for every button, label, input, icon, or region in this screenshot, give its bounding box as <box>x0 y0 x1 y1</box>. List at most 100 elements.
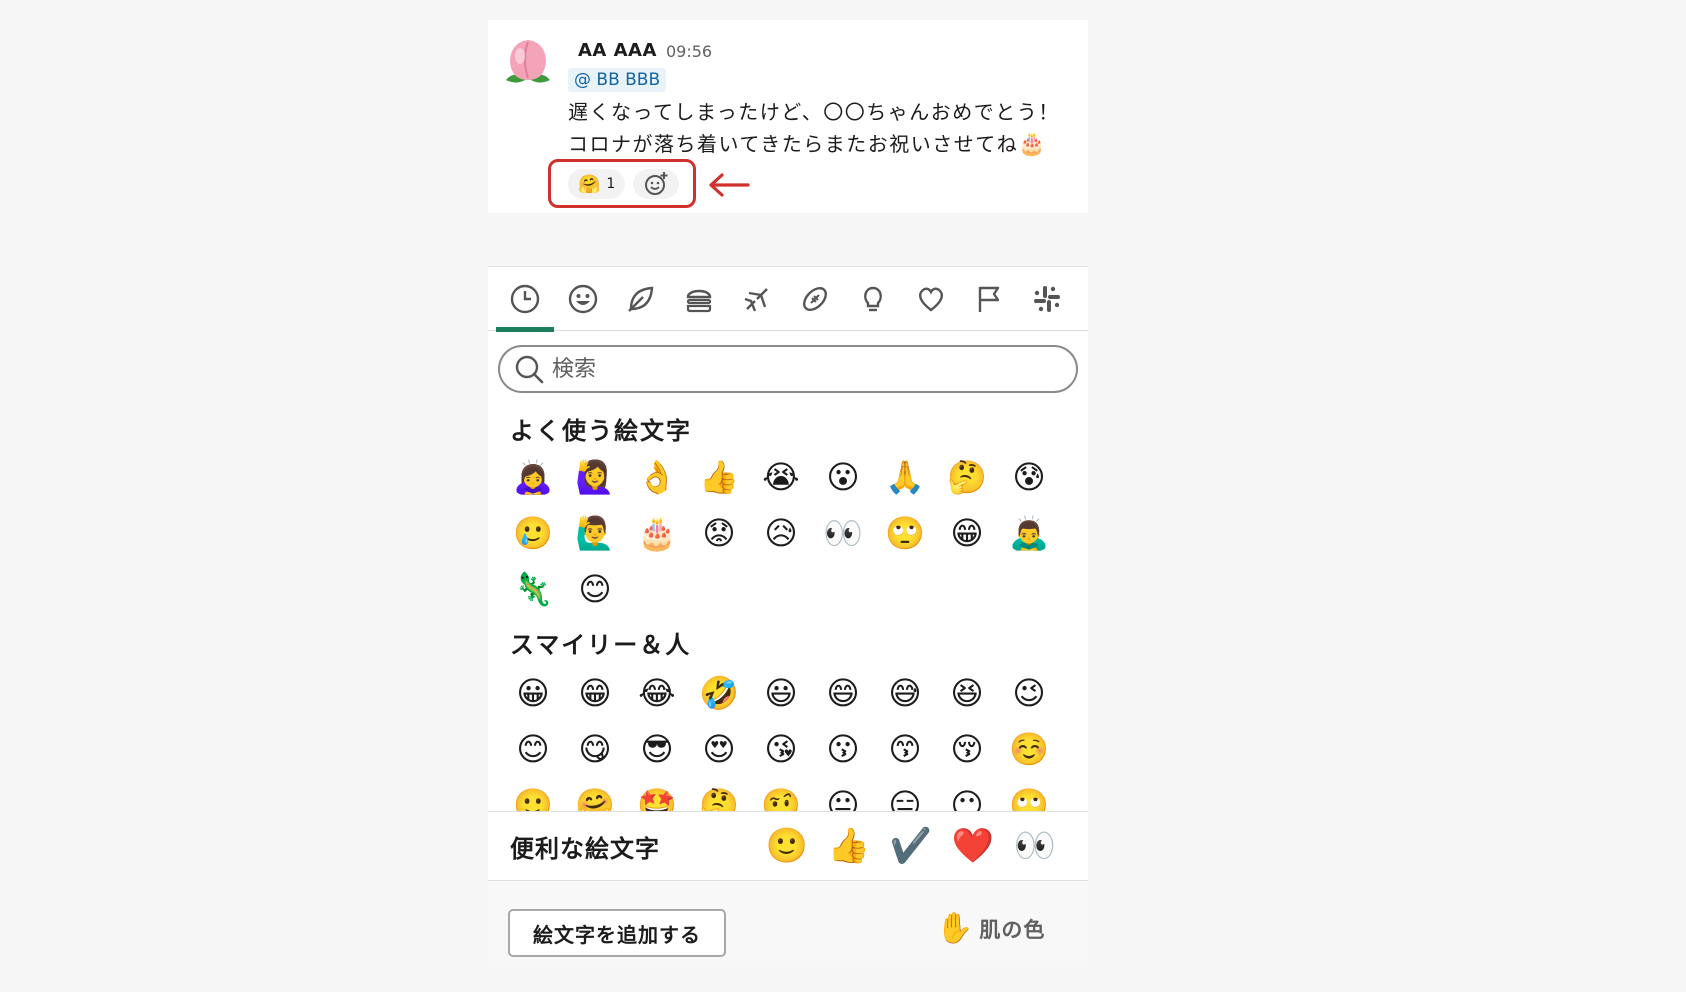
emoji-cell[interactable]: 😶 <box>936 777 998 811</box>
clock-icon <box>510 284 540 314</box>
emoji-cell[interactable]: 😊 <box>564 561 626 617</box>
emoji-cell[interactable]: 👀 <box>1004 826 1066 866</box>
emoji-cell[interactable]: 🤗 <box>564 777 626 811</box>
tab-objects[interactable] <box>844 267 902 331</box>
handy-emoji-list: 🙂 👍 ✔️ ❤️ 👀 <box>756 826 1066 866</box>
emoji-cell[interactable]: 🦎 <box>502 561 564 617</box>
emoji-cell[interactable]: 😍 <box>688 721 750 777</box>
emoji-cell[interactable]: 🙇‍♂️ <box>998 505 1060 561</box>
emoji-cell[interactable]: 👍 <box>688 449 750 505</box>
sender-name[interactable]: AA AAA <box>578 40 657 61</box>
football-icon <box>803 287 827 311</box>
emoji-cell[interactable]: 😁 <box>936 505 998 561</box>
emoji-cell[interactable]: 😄 <box>812 665 874 721</box>
skin-tone-button[interactable]: ✋ 肌の色 <box>936 911 1045 946</box>
emoji-cell[interactable]: 😊 <box>502 721 564 777</box>
smileys-title: スマイリー＆人 <box>510 631 692 659</box>
emoji-picker: よく使う絵文字 🙇‍♀️🙋‍♀️👌👍😭😮🙏🤔😰🥲🙋‍♂️🎂😟😥👀🙄😁🙇‍♂️🦎😊… <box>488 266 1088 967</box>
emoji-cell[interactable]: 😀 <box>502 665 564 721</box>
flag-icon <box>978 286 1000 312</box>
message-text-line-2: コロナが落ち着いてきたらまたお祝いさせてね🎂 <box>568 128 1047 157</box>
heart-icon <box>918 287 944 312</box>
emoji-cell[interactable]: 😆 <box>936 665 998 721</box>
emoji-cell[interactable]: 😎 <box>626 721 688 777</box>
leaf-icon <box>628 286 654 312</box>
burger-icon <box>686 289 712 313</box>
peach-avatar[interactable] <box>500 34 556 90</box>
tab-flags[interactable] <box>960 267 1018 331</box>
emoji-cell[interactable]: 👍 <box>818 826 880 866</box>
emoji-cell[interactable]: 🤔 <box>688 777 750 811</box>
cake-emoji: 🎂 <box>1018 132 1048 157</box>
emoji-cell[interactable]: 🙂 <box>756 826 818 866</box>
emoji-cell[interactable]: 🎂 <box>626 505 688 561</box>
message-text-line-2-text: コロナが落ち着いてきたらまたお祝いさせてね <box>568 132 1019 156</box>
tab-nature[interactable] <box>612 267 670 331</box>
emoji-cell[interactable]: 🤨 <box>750 777 812 811</box>
highlight-box <box>548 159 696 208</box>
tab-slack[interactable] <box>1018 267 1076 331</box>
raised-hand-icon: ✋ <box>936 911 974 946</box>
lightbulb-icon <box>864 286 882 312</box>
smiley-icon <box>568 284 598 314</box>
emoji-cell[interactable]: 😅 <box>874 665 936 721</box>
picker-footer: 絵文字を追加する ✋ 肌の色 <box>488 881 1088 967</box>
search-input[interactable] <box>552 356 1052 382</box>
arrow-left-icon <box>709 173 750 197</box>
handy-label: 便利な絵文字 <box>510 834 660 863</box>
emoji-cell[interactable]: 😭 <box>750 449 812 505</box>
emoji-cell[interactable]: 🙄 <box>874 505 936 561</box>
tab-symbols[interactable] <box>902 267 960 331</box>
emoji-cell[interactable]: 😰 <box>998 449 1060 505</box>
emoji-cell[interactable]: 🤣 <box>688 665 750 721</box>
emoji-cell[interactable]: ✔️ <box>880 826 942 866</box>
smileys-grid: 😀 😁 😂 🤣 😃 😄 😅 😆 😉 😊 😋 😎 😍 😘 😗 😙 😚 ☺️ 🙂 🤗 🤩 🤔 🤨 😐 😑 😶 🙄 <box>502 665 1060 811</box>
tab-smileys[interactable] <box>554 267 612 331</box>
search-icon <box>515 355 544 384</box>
emoji-cell[interactable]: 😟 <box>688 505 750 561</box>
emoji-cell[interactable]: 🤔 <box>936 449 998 505</box>
emoji-cell[interactable]: 😚 <box>936 721 998 777</box>
emoji-cell[interactable]: 👌 <box>626 449 688 505</box>
emoji-cell[interactable]: 😁 <box>564 665 626 721</box>
frequent-title: よく使う絵文字 <box>510 417 692 445</box>
emoji-cell[interactable]: 😉 <box>998 665 1060 721</box>
emoji-cell[interactable]: ☺️ <box>998 721 1060 777</box>
emoji-cell[interactable]: 😑 <box>874 777 936 811</box>
mention-tag[interactable]: @ BB BBB <box>568 68 667 92</box>
emoji-cell[interactable]: 🙋‍♀️ <box>564 449 626 505</box>
emoji-cell[interactable]: 🙄 <box>998 777 1060 811</box>
tab-travel[interactable] <box>728 267 786 331</box>
emoji-cell[interactable]: 😮 <box>812 449 874 505</box>
category-tabs <box>488 267 1088 332</box>
add-emoji-button[interactable]: 絵文字を追加する <box>508 909 726 957</box>
slack-icon <box>1034 286 1060 312</box>
skin-tone-label: 肌の色 <box>979 917 1046 942</box>
emoji-cell[interactable]: 😋 <box>564 721 626 777</box>
emoji-cell[interactable]: 😐 <box>812 777 874 811</box>
emoji-cell[interactable]: 😂 <box>626 665 688 721</box>
tab-recent[interactable] <box>496 267 554 332</box>
emoji-cell[interactable]: 🙏 <box>874 449 936 505</box>
emoji-cell[interactable]: 🙂 <box>502 777 564 811</box>
tab-food[interactable] <box>670 267 728 331</box>
emoji-cell[interactable]: 🙋‍♂️ <box>564 505 626 561</box>
emoji-cell[interactable]: 🙇‍♀️ <box>502 449 564 505</box>
emoji-cell[interactable]: 😙 <box>874 721 936 777</box>
airplane-icon <box>744 288 768 312</box>
emoji-cell[interactable]: 🥲 <box>502 505 564 561</box>
emoji-cell[interactable]: 😘 <box>750 721 812 777</box>
handy-emoji-bar: 便利な絵文字 🙂 👍 ✔️ ❤️ 👀 <box>488 811 1088 881</box>
emoji-search[interactable] <box>498 345 1078 393</box>
emoji-cell[interactable]: 👀 <box>812 505 874 561</box>
emoji-cell[interactable]: 🤩 <box>626 777 688 811</box>
emoji-cell[interactable]: 😗 <box>812 721 874 777</box>
emoji-cell[interactable]: 😥 <box>750 505 812 561</box>
emoji-cell[interactable]: ❤️ <box>942 826 1004 866</box>
emoji-list[interactable]: よく使う絵文字 🙇‍♀️ 🙋‍♀️ 👌 👍 😭 😮 🙏 🤔 😰 🥲 🙋‍♂️ 🎂 😟 😥 👀 🙄 😁 🙇‍♂️ 🦎 😊… <box>488 403 1088 811</box>
frequent-grid: 🙇‍♀️ 🙋‍♀️ 👌 👍 😭 😮 🙏 🤔 😰 🥲 🙋‍♂️ 🎂 😟 😥 👀 🙄 😁 🙇‍♂️ 🦎 😊 <box>502 449 1060 617</box>
emoji-cell[interactable]: 😃 <box>750 665 812 721</box>
timestamp[interactable]: 09:56 <box>666 42 712 61</box>
tab-activity[interactable] <box>786 267 844 331</box>
message-text-line-1: 遅くなってしまったけど、〇〇ちゃんおめでとう！ <box>568 100 1060 124</box>
